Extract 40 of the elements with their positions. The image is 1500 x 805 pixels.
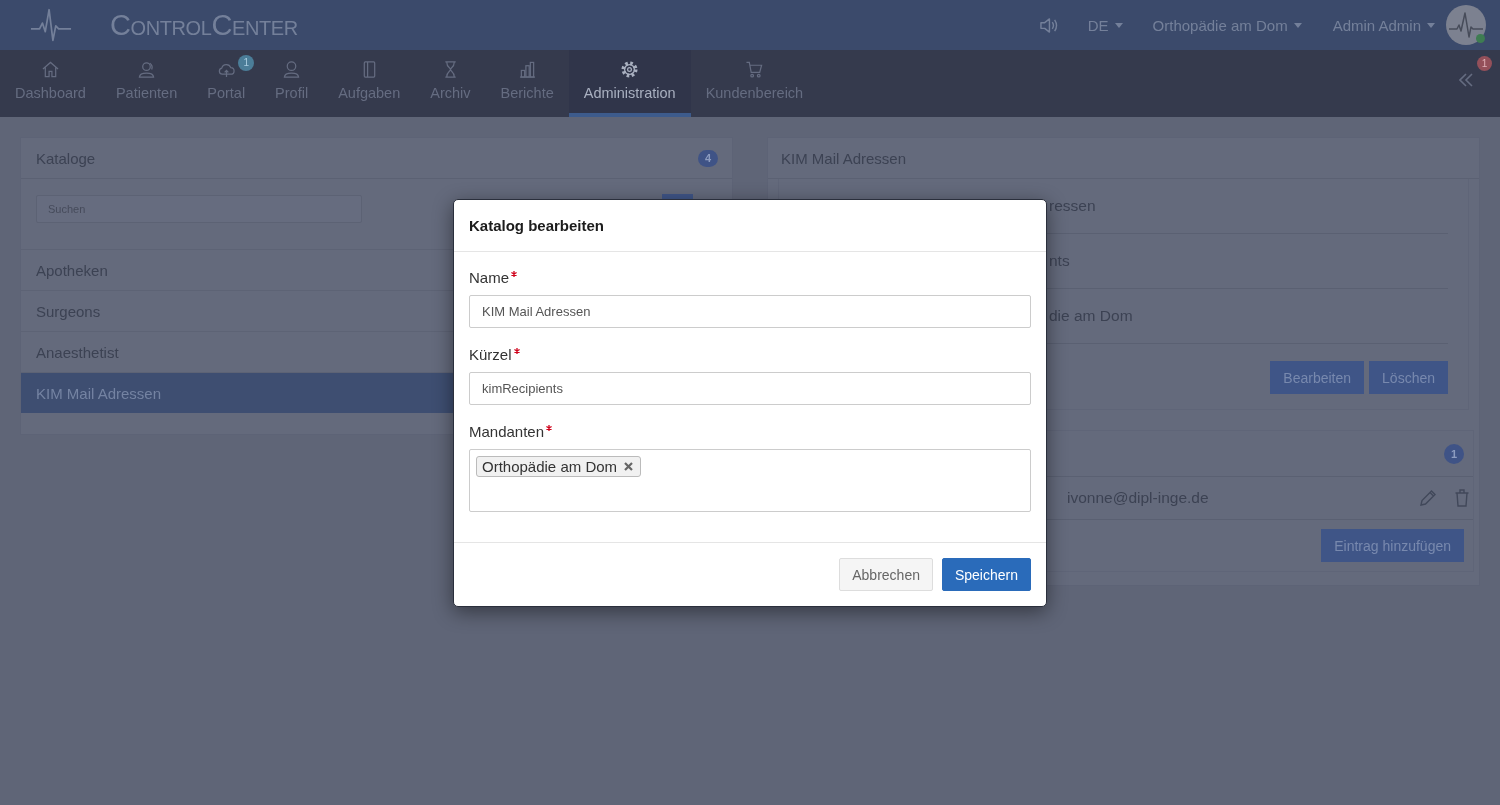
text-field[interactable]: KIM Mail Adressen [469, 295, 1031, 328]
status-dot-icon [1476, 34, 1485, 43]
action-button[interactable]: Bearbeiten [1270, 361, 1365, 394]
app-title: ControlCenter [110, 8, 298, 42]
tag-select-field[interactable]: Orthopädie am Dom [469, 449, 1031, 512]
field-label: Mandanten [469, 422, 545, 442]
action-button[interactable]: Löschen [1369, 361, 1448, 394]
tag-label: Orthopädie am Dom [482, 458, 618, 475]
person-icon [138, 61, 156, 78]
gear-icon [621, 61, 639, 78]
double-chevron-left-icon[interactable] [1459, 73, 1473, 87]
trash-icon[interactable] [1455, 489, 1469, 507]
cart-icon [745, 61, 763, 78]
save-button[interactable]: Speichern [941, 558, 1031, 591]
dialog-title: Katalog bearbeiten [469, 217, 605, 234]
avatar-icon[interactable] [1446, 5, 1486, 45]
bar-chart-icon [518, 61, 536, 78]
heartbeat-logo-icon [30, 7, 72, 43]
caret-icon [1114, 22, 1123, 28]
count-badge: 4 [698, 149, 718, 167]
person-icon [283, 61, 301, 78]
practice-dropdown[interactable]: Orthopädie am Dom [1152, 16, 1302, 34]
field-label: Name [469, 268, 509, 288]
pencil-icon[interactable] [1419, 489, 1437, 507]
language-dropdown[interactable]: DE [1087, 16, 1123, 34]
count-badge: 1 [238, 55, 255, 71]
add-entry-button[interactable]: Eintrag hinzufügen [1321, 529, 1464, 562]
nav-tab[interactable]: Administration [568, 50, 691, 117]
caret-icon [1293, 22, 1302, 28]
user-menu[interactable]: Admin Admin [1332, 16, 1435, 34]
field-label: Kürzel [469, 345, 512, 365]
notification-badge: 1 [1477, 56, 1492, 71]
caret-icon [1427, 22, 1435, 28]
cloud-icon [217, 61, 235, 78]
text-field[interactable]: kimRecipients [469, 372, 1031, 405]
home-icon [41, 61, 59, 78]
remove-icon[interactable] [624, 462, 634, 471]
cancel-button[interactable]: Abbrechen [839, 558, 933, 591]
speaker-icon[interactable] [1038, 16, 1058, 34]
count-badge: 1 [1444, 443, 1464, 464]
